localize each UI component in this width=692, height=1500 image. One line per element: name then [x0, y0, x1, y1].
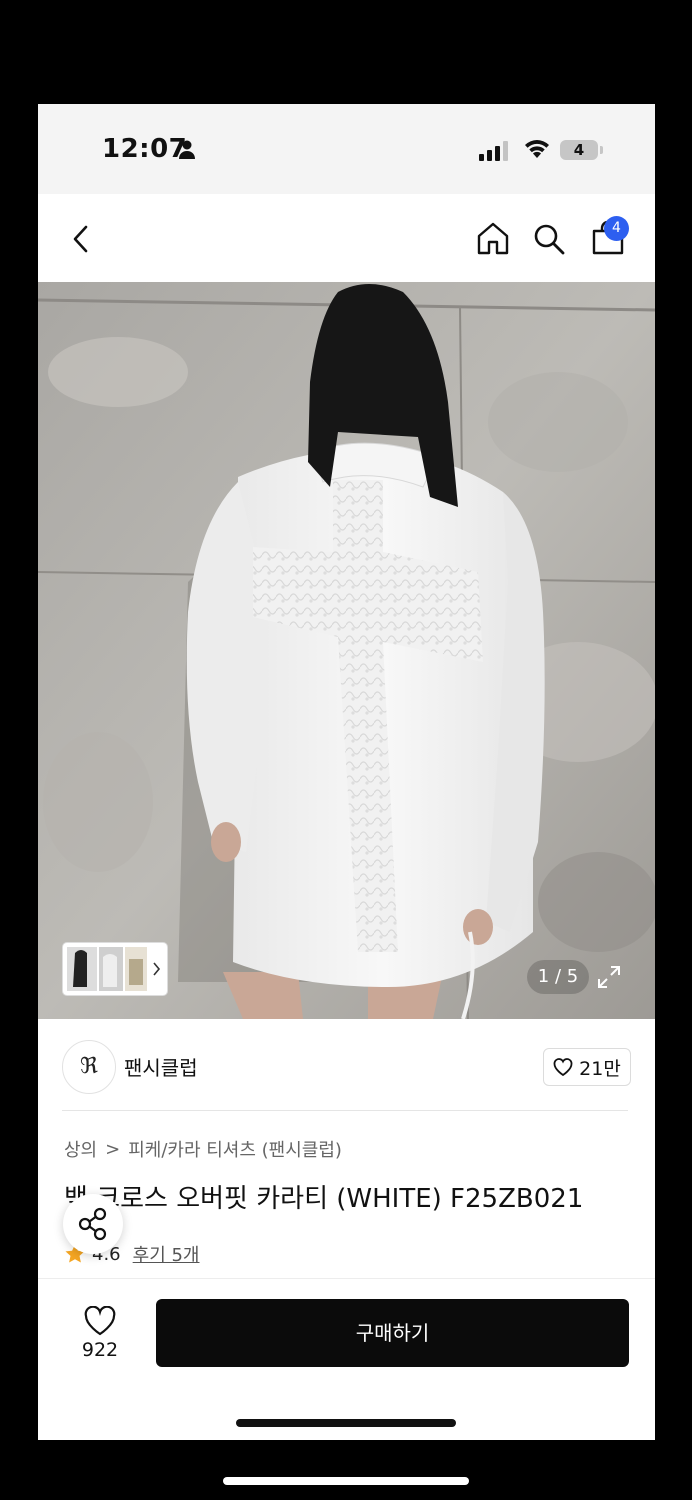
status-bar: 12:07 4 [38, 104, 655, 194]
battery-indicator: 4 [560, 140, 598, 160]
thumbnail-next-icon [153, 962, 161, 976]
wishlist-count: 922 [81, 1339, 119, 1361]
heart-icon [553, 1058, 573, 1076]
brand-like-button[interactable]: 21만 [543, 1048, 631, 1086]
brand-logo[interactable]: ℜ [62, 1040, 116, 1094]
home-icon[interactable] [475, 220, 511, 256]
back-icon[interactable] [68, 222, 96, 256]
breadcrumb-category[interactable]: 상의 [64, 1136, 97, 1162]
breadcrumb-separator: > [105, 1138, 121, 1160]
breadcrumb-subcategory[interactable]: 피케/카라 티셔츠 (팬시클럽) [128, 1136, 342, 1162]
bottom-action-bar: 922 구매하기 [38, 1278, 655, 1440]
status-time: 12:07 [102, 134, 188, 164]
wifi-icon [525, 140, 549, 158]
home-indicator [236, 1419, 456, 1427]
battery-tip [600, 146, 603, 154]
signal-icon [479, 141, 508, 161]
outer-home-indicator [223, 1477, 469, 1485]
share-icon [78, 1207, 107, 1241]
person-icon [179, 140, 195, 159]
thumbnail-images [67, 947, 161, 991]
share-button[interactable] [63, 1194, 123, 1254]
product-title: 백 크로스 오버핏 카라티 (WHITE) F25ZB021 [64, 1184, 584, 1214]
product-photo [38, 282, 655, 1019]
expand-icon[interactable] [595, 963, 623, 991]
review-count-link[interactable]: 후기 5개 [133, 1241, 200, 1267]
brand-name[interactable]: 팬시클럽 [124, 1052, 198, 1081]
brand-like-count: 21만 [579, 1057, 621, 1080]
wishlist-heart-icon[interactable] [84, 1306, 116, 1336]
top-navigation [38, 194, 655, 282]
thumbnail-strip[interactable] [63, 943, 167, 995]
buy-button[interactable]: 구매하기 [156, 1299, 629, 1367]
breadcrumb: 상의 > 피케/카라 티셔츠 (팬시클럽) [64, 1136, 342, 1162]
phone-screen: 12:07 4 4 1 / 5 ℜ 팬시클럽 21만 상의 > 피케/카라 티셔… [38, 104, 655, 1440]
cart-count-badge: 4 [604, 216, 629, 241]
product-image[interactable]: 1 / 5 [38, 282, 655, 1019]
search-icon[interactable] [532, 222, 566, 256]
image-counter: 1 / 5 [527, 960, 589, 994]
divider [62, 1110, 628, 1111]
